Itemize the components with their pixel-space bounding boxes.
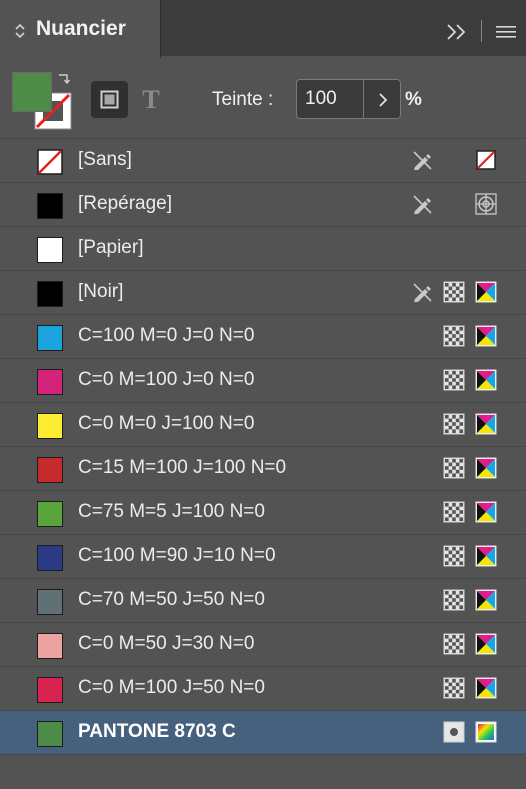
swap-fill-stroke-icon[interactable] bbox=[57, 72, 71, 86]
swatch-name: C=0 M=50 J=30 N=0 bbox=[78, 633, 255, 654]
swatch-row[interactable]: C=0 M=100 J=0 N=0 bbox=[0, 358, 526, 402]
process-color-icon bbox=[443, 633, 465, 655]
process-color-icon bbox=[443, 545, 465, 567]
swatch-name: C=15 M=100 J=100 N=0 bbox=[78, 457, 287, 478]
swatch-name: [Sans] bbox=[78, 149, 132, 170]
svg-text:T: T bbox=[142, 85, 159, 114]
non-editable-pencil-icon bbox=[413, 151, 432, 170]
swatch-row[interactable]: C=100 M=90 J=10 N=0 bbox=[0, 534, 526, 578]
swatch-row[interactable]: [Repérage] bbox=[0, 182, 526, 226]
panel-title: Nuancier bbox=[36, 17, 126, 40]
tab-nuancier[interactable]: Nuancier bbox=[0, 0, 161, 58]
swatch-row[interactable]: [Sans] bbox=[0, 138, 526, 182]
non-editable-pencil-icon bbox=[413, 195, 432, 214]
panel-menu-icon[interactable] bbox=[495, 24, 517, 40]
collapse-panel-icon[interactable] bbox=[446, 23, 468, 41]
swatch-name: C=0 M=0 J=100 N=0 bbox=[78, 413, 255, 434]
chevron-right-icon bbox=[379, 93, 388, 107]
swatch-row[interactable]: PANTONE 8703 C bbox=[0, 710, 526, 754]
swatch-name: [Papier] bbox=[78, 237, 144, 258]
cmyk-mode-icon bbox=[475, 413, 497, 435]
no-color-icon bbox=[476, 150, 496, 170]
swatch-color-chip bbox=[37, 545, 63, 571]
swatch-row[interactable]: C=0 M=100 J=50 N=0 bbox=[0, 666, 526, 710]
swatch-row[interactable]: C=0 M=0 J=100 N=0 bbox=[0, 402, 526, 446]
formatting-text-icon[interactable]: T bbox=[138, 84, 164, 114]
swatch-name: C=70 M=50 J=50 N=0 bbox=[78, 589, 265, 610]
cmyk-mode-icon bbox=[475, 545, 497, 567]
swatch-name: [Repérage] bbox=[78, 193, 173, 214]
swatch-name: [Noir] bbox=[78, 281, 124, 302]
tint-label: Teinte : bbox=[212, 89, 274, 110]
swatch-color-chip bbox=[37, 149, 63, 175]
spot-color-icon bbox=[443, 721, 465, 743]
process-color-icon bbox=[443, 281, 465, 303]
swatch-name: C=75 M=5 J=100 N=0 bbox=[78, 501, 265, 522]
swatch-color-chip bbox=[37, 325, 63, 351]
expand-collapse-icon[interactable] bbox=[14, 22, 26, 40]
divider bbox=[481, 20, 482, 42]
process-color-icon bbox=[443, 369, 465, 391]
swatch-name: C=100 M=0 J=0 N=0 bbox=[78, 325, 255, 346]
swatch-color-chip bbox=[37, 281, 63, 307]
process-color-icon bbox=[443, 457, 465, 479]
cmyk-mode-icon bbox=[475, 589, 497, 611]
swatch-name: C=100 M=90 J=10 N=0 bbox=[78, 545, 276, 566]
swatch-color-chip bbox=[37, 369, 63, 395]
cmyk-mode-icon bbox=[475, 501, 497, 523]
swatch-name: C=0 M=100 J=0 N=0 bbox=[78, 369, 255, 390]
process-color-icon bbox=[443, 677, 465, 699]
swatch-row[interactable]: [Noir] bbox=[0, 270, 526, 314]
non-editable-pencil-icon bbox=[413, 283, 432, 302]
cmyk-mode-icon bbox=[475, 325, 497, 347]
cmyk-mode-icon bbox=[475, 633, 497, 655]
process-color-icon bbox=[443, 413, 465, 435]
cmyk-mode-icon bbox=[475, 677, 497, 699]
process-color-icon bbox=[443, 501, 465, 523]
swatch-color-chip bbox=[37, 457, 63, 483]
process-color-icon bbox=[443, 589, 465, 611]
swatch-color-chip bbox=[37, 633, 63, 659]
cmyk-mode-icon bbox=[475, 369, 497, 391]
swatch-row[interactable]: C=100 M=0 J=0 N=0 bbox=[0, 314, 526, 358]
container-icon bbox=[100, 90, 119, 109]
swatch-name: C=0 M=100 J=50 N=0 bbox=[78, 677, 265, 698]
swatch-list: [Sans] [Repérage] [Papier] [Noir] C=100 M=0 … bbox=[0, 138, 526, 754]
tint-slider-button[interactable] bbox=[363, 79, 401, 119]
swatch-color-chip bbox=[37, 589, 63, 615]
formatting-container-button[interactable] bbox=[91, 81, 128, 118]
swatch-color-chip bbox=[37, 193, 63, 219]
swatch-row[interactable]: [Papier] bbox=[0, 226, 526, 270]
swatch-color-chip bbox=[37, 501, 63, 527]
tint-unit: % bbox=[405, 89, 422, 110]
swatch-color-chip bbox=[37, 237, 63, 263]
swatch-name: PANTONE 8703 C bbox=[78, 721, 236, 742]
tint-input[interactable] bbox=[296, 79, 364, 119]
swatch-row[interactable]: C=75 M=5 J=100 N=0 bbox=[0, 490, 526, 534]
swatch-color-chip bbox=[37, 721, 63, 747]
rgb-mode-icon bbox=[475, 721, 497, 743]
registration-mark-icon bbox=[475, 193, 497, 215]
swatch-row[interactable]: C=70 M=50 J=50 N=0 bbox=[0, 578, 526, 622]
cmyk-mode-icon bbox=[475, 457, 497, 479]
fill-swatch[interactable] bbox=[12, 72, 52, 112]
swatch-row[interactable]: C=15 M=100 J=100 N=0 bbox=[0, 446, 526, 490]
list-empty-area bbox=[0, 754, 526, 789]
swatch-row[interactable]: C=0 M=50 J=30 N=0 bbox=[0, 622, 526, 666]
panel-tab-bar: Nuancier bbox=[0, 0, 526, 58]
swatch-color-chip bbox=[37, 677, 63, 703]
swatch-color-chip bbox=[37, 413, 63, 439]
process-color-icon bbox=[443, 325, 465, 347]
cmyk-mode-icon bbox=[475, 281, 497, 303]
